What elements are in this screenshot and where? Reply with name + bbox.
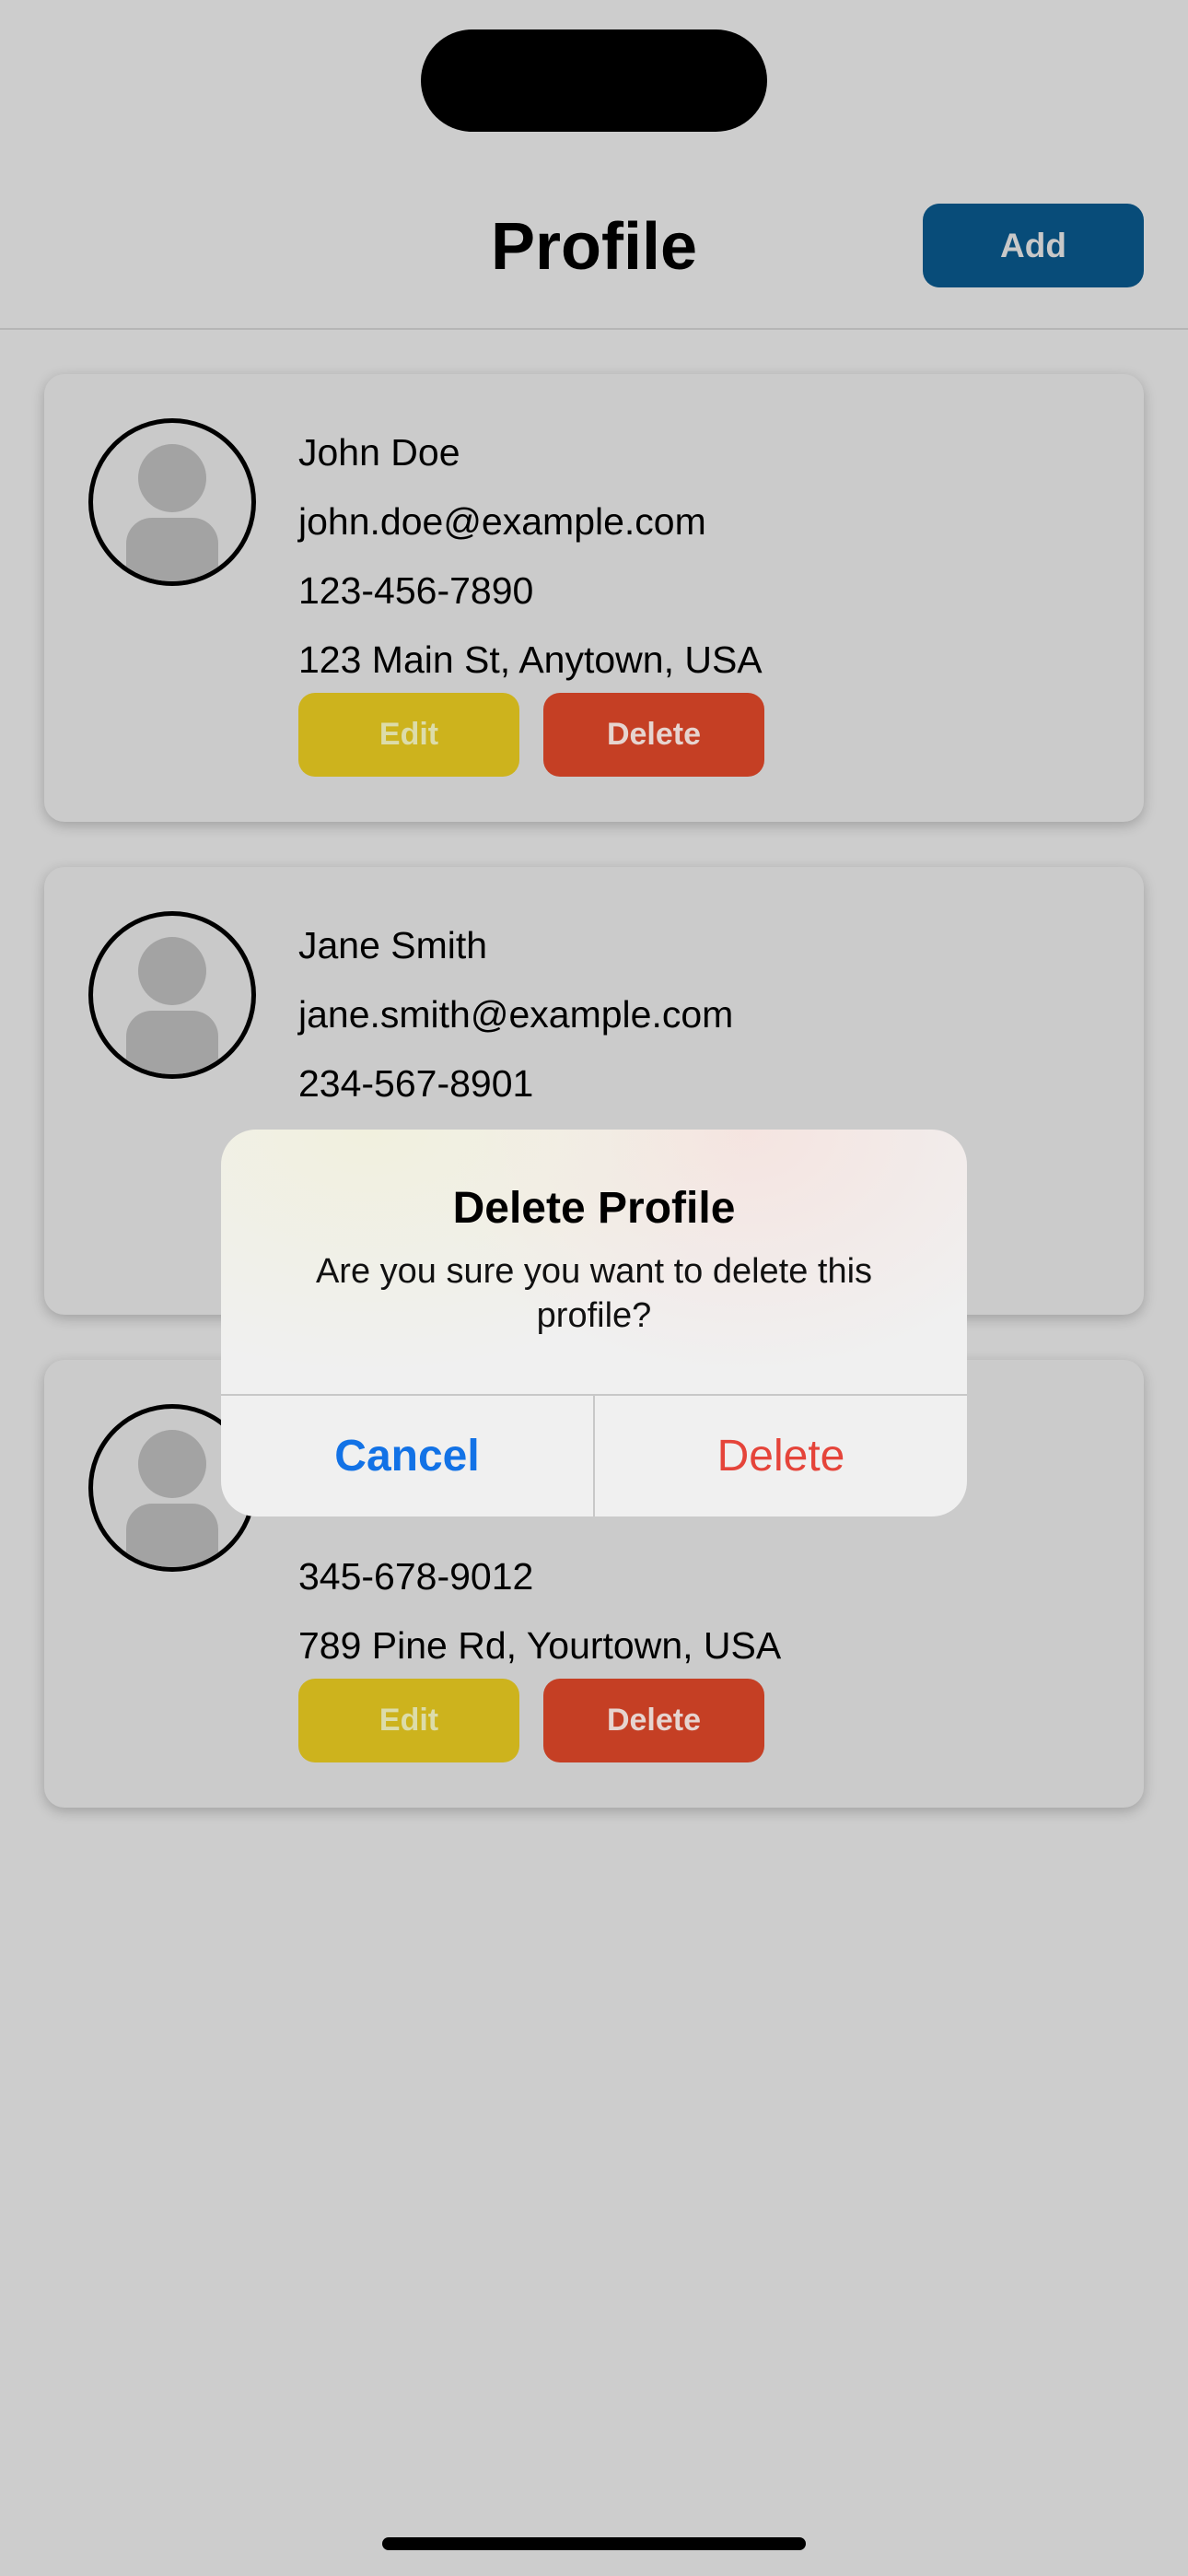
edit-button[interactable]: Edit (298, 1679, 519, 1762)
profile-email: john.doe@example.com (298, 500, 706, 543)
delete-confirmation-dialog: Delete Profile Are you sure you want to … (221, 1130, 967, 1516)
profile-name: John Doe (298, 431, 460, 474)
profile-phone: 234-567-8901 (298, 1062, 534, 1105)
profile-phone: 123-456-7890 (298, 569, 534, 612)
profile-address: 123 Main St, Anytown, USA (298, 638, 763, 681)
delete-button[interactable]: Delete (543, 693, 764, 777)
home-indicator[interactable] (382, 2537, 806, 2550)
avatar-icon (88, 418, 256, 586)
confirm-delete-button[interactable]: Delete (595, 1396, 967, 1516)
profile-address: 789 Pine Rd, Yourtown, USA (298, 1624, 782, 1667)
profile-card: John Doe john.doe@example.com 123-456-78… (44, 374, 1144, 822)
profile-info: John Doe john.doe@example.com 123-456-78… (298, 418, 763, 695)
cancel-button[interactable]: Cancel (221, 1396, 593, 1516)
avatar-icon (88, 911, 256, 1079)
dialog-title: Delete Profile (452, 1184, 736, 1233)
profile-phone: 345-678-9012 (298, 1555, 534, 1598)
edit-button[interactable]: Edit (298, 693, 519, 777)
profile-email: jane.smith@example.com (298, 993, 734, 1036)
header: Profile Add (0, 184, 1188, 330)
dialog-message: Are you sure you want to delete this pro… (315, 1252, 873, 1335)
profile-info: 345-678-9012 789 Pine Rd, Yourtown, USA (298, 1542, 781, 1680)
add-profile-button[interactable]: Add (923, 204, 1144, 287)
dynamic-island (421, 29, 767, 132)
profile-info: Jane Smith jane.smith@example.com 234-56… (298, 911, 733, 1118)
profile-actions: Edit Delete (298, 693, 764, 777)
profile-name: Jane Smith (298, 924, 488, 966)
delete-button[interactable]: Delete (543, 1679, 764, 1762)
profile-actions: Edit Delete (298, 1679, 764, 1762)
